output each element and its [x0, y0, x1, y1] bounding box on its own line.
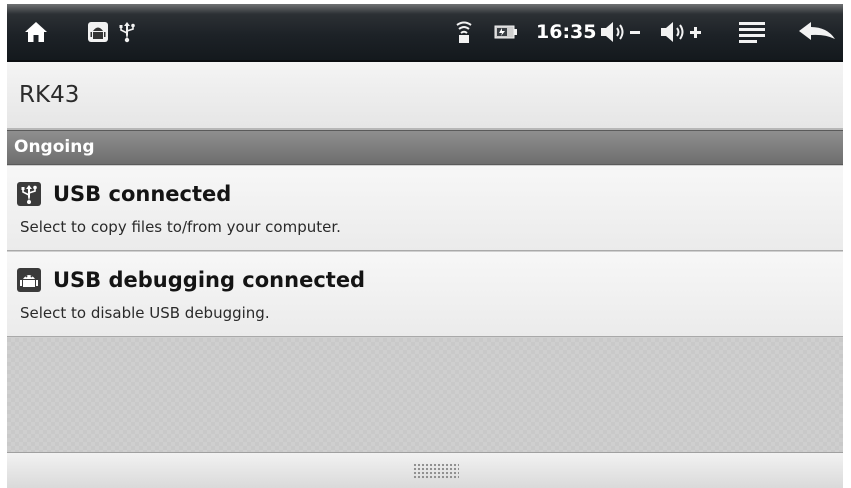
status-bar: 16:35: [7, 4, 843, 62]
section-header-ongoing: Ongoing: [7, 130, 843, 165]
battery-icon: [493, 21, 519, 43]
notification-title: USB connected: [53, 182, 232, 206]
usb-icon: [17, 182, 41, 206]
wifi-icon: [454, 19, 474, 45]
notification-usb-connected[interactable]: USB connected Select to copy files to/fr…: [7, 166, 843, 251]
usb-icon: [115, 19, 139, 45]
notification-panel: 16:35 RK43 Ongoing USB connected Select …: [7, 4, 843, 488]
home-icon[interactable]: [22, 18, 50, 46]
volume-up-icon[interactable]: [659, 17, 705, 47]
notification-description: Select to copy files to/from your comput…: [20, 218, 341, 236]
android-debug-icon: [17, 268, 41, 292]
drag-handle-icon[interactable]: [413, 463, 459, 479]
clock: 16:35: [536, 21, 597, 43]
notification-title: USB debugging connected: [53, 268, 366, 292]
notification-usb-debugging[interactable]: USB debugging connected Select to disabl…: [7, 252, 843, 337]
title-bar: RK43: [7, 62, 843, 130]
menu-icon[interactable]: [735, 18, 769, 46]
volume-down-icon[interactable]: [599, 17, 643, 47]
device-title: RK43: [19, 82, 80, 108]
section-label: Ongoing: [14, 137, 95, 157]
panel-close-handle[interactable]: [7, 452, 843, 488]
android-debug-icon: [86, 19, 110, 45]
back-icon[interactable]: [796, 17, 838, 47]
notification-description: Select to disable USB debugging.: [20, 304, 270, 322]
empty-notification-area: [7, 338, 843, 452]
